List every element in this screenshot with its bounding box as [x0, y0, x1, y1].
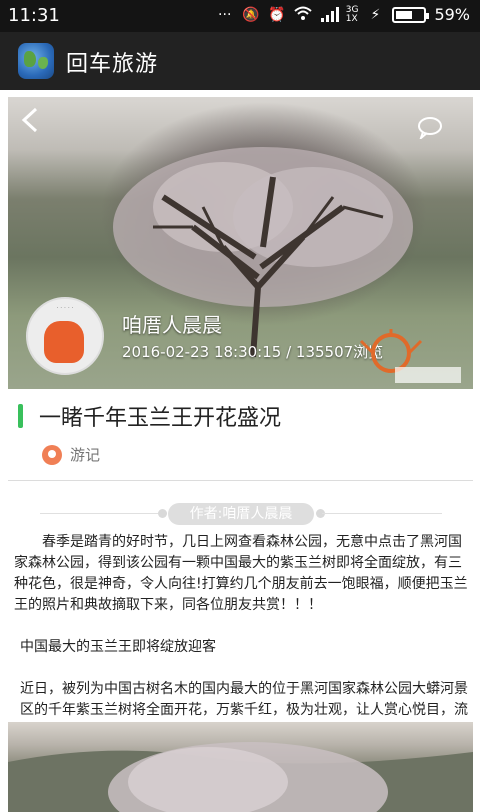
byline-author: 作者:咱厝人晨晨: [168, 503, 314, 525]
back-arrow-icon[interactable]: [20, 107, 48, 135]
byline-line-left: [40, 513, 160, 514]
mute-icon: 🔕: [242, 6, 260, 23]
post-meta: 2016-02-23 18:30:15 / 135507浏览: [122, 343, 384, 361]
paragraph: 中国最大的玉兰王即将绽放迎客: [20, 639, 216, 655]
hero-image: · · · · · 咱厝人晨晨 2016-02-23 18:30:15 / 13…: [8, 97, 473, 389]
author-name[interactable]: 咱厝人晨晨: [122, 309, 222, 338]
battery-icon: [392, 6, 430, 23]
status-time: 11:31: [8, 5, 60, 26]
byline-dot-left: [158, 509, 167, 518]
network-type: 3G 1X: [345, 4, 359, 24]
app-logo-icon: [18, 43, 54, 79]
signal-icon: [320, 6, 339, 24]
title-text: 一睹千年玉兰王开花盛况: [39, 406, 282, 431]
paragraph: 春季是踏青的好时节，几日上网查看森林公园，无意中点击了黑河国家森林公园，得到该公…: [14, 534, 468, 613]
byline-line-right: [322, 513, 442, 514]
title-accent-bar: [18, 404, 23, 428]
comment-icon[interactable]: [417, 117, 443, 142]
status-bar: 11:31 ··· 🔕 ⏰ 3G 1X ⚡ 59%: [0, 0, 480, 32]
divider: [8, 480, 473, 481]
category-tag[interactable]: 游记: [42, 444, 100, 465]
article-photo[interactable]: [8, 722, 473, 812]
charging-icon: ⚡: [370, 6, 381, 23]
wifi-icon: [294, 6, 312, 24]
status-icons: ··· 🔕 ⏰ 3G 1X ⚡ 59%: [216, 5, 470, 24]
alarm-icon: ⏰: [268, 6, 286, 23]
location-pin-icon: [42, 444, 62, 465]
author-avatar[interactable]: · · · · ·: [26, 297, 104, 375]
article-title: 一睹千年玉兰王开花盛况: [18, 400, 281, 432]
battery-percent: 59%: [434, 5, 470, 24]
tree-photo-image: [8, 742, 473, 812]
byline: 作者:咱厝人晨晨: [0, 503, 480, 525]
app-bar: 回车旅游: [0, 32, 480, 90]
app-title: 回车旅游: [66, 52, 159, 77]
more-dots-icon: ···: [218, 6, 232, 23]
watermark-logo: [359, 329, 461, 383]
category-label: 游记: [70, 446, 101, 464]
